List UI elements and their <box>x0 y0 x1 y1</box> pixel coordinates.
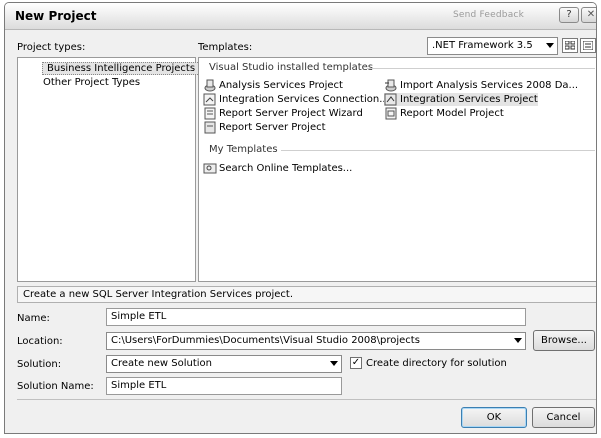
template-label: Integration Services Project <box>400 94 538 105</box>
template-analysis-services[interactable]: Analysis Services Project <box>203 79 343 92</box>
template-report-server[interactable]: Report Server Project <box>203 121 326 134</box>
name-label: Name: <box>17 313 50 324</box>
template-integration-connection[interactable]: Integration Services Connection... <box>203 93 389 106</box>
ok-button[interactable]: OK <box>461 407 527 428</box>
report-model-icon <box>385 107 397 120</box>
name-input[interactable]: Simple ETL <box>106 308 526 326</box>
import-analysis-icon <box>385 79 397 92</box>
close-button[interactable]: ✕ <box>581 7 596 23</box>
solution-name-label: Solution Name: <box>17 381 94 392</box>
template-label: Report Server Project Wizard <box>219 108 363 119</box>
solution-dropdown[interactable]: Create new Solution <box>106 355 342 373</box>
footer-divider <box>17 399 596 400</box>
dialog-title: New Project <box>15 9 97 23</box>
report-server-icon <box>204 121 216 134</box>
solution-name-input[interactable]: Simple ETL <box>106 377 342 395</box>
integration-connection-icon <box>203 93 216 106</box>
create-directory-checkbox[interactable]: ✓ <box>350 357 362 369</box>
project-types-label: Project types: <box>17 42 86 53</box>
solution-value: Create new Solution <box>111 358 212 369</box>
template-label: Report Server Project <box>219 122 326 133</box>
installed-templates-header: Visual Studio installed templates <box>209 62 374 73</box>
location-dropdown[interactable]: C:\Users\ForDummies\Documents\Visual Stu… <box>106 332 526 350</box>
project-type-other[interactable]: Other Project Types <box>18 76 140 89</box>
template-label: Analysis Services Project <box>219 80 343 91</box>
create-directory-label: Create directory for solution <box>366 358 507 369</box>
integration-services-icon <box>384 93 397 106</box>
project-type-business-intelligence[interactable]: Business Intelligence Projects <box>42 62 201 75</box>
location-label: Location: <box>17 336 63 347</box>
small-icons-view-button[interactable] <box>580 38 596 53</box>
templates-label: Templates: <box>198 42 253 53</box>
analysis-services-icon <box>204 79 216 92</box>
project-types-list: Business Intelligence Projects Other Pro… <box>17 57 201 282</box>
new-project-dialog: New Project Send Feedback ? ✕ Project ty… <box>4 2 597 434</box>
template-integration-services[interactable]: Integration Services Project <box>384 93 538 106</box>
report-wizard-icon <box>204 107 216 120</box>
template-import-analysis[interactable]: Import Analysis Services 2008 Da... <box>384 79 578 92</box>
large-icons-view-button[interactable] <box>562 38 578 53</box>
small-icons-icon <box>583 41 593 50</box>
framework-dropdown[interactable]: .NET Framework 3.5 <box>427 37 558 55</box>
template-label: Report Model Project <box>400 108 504 119</box>
template-search-online[interactable]: Search Online Templates... <box>203 162 352 175</box>
template-description: Create a new SQL Server Integration Serv… <box>17 286 596 303</box>
template-report-model[interactable]: Report Model Project <box>384 107 504 120</box>
template-label: Integration Services Connection... <box>219 94 389 105</box>
my-templates-header: My Templates <box>209 144 278 155</box>
group-divider <box>281 150 595 151</box>
framework-value: .NET Framework 3.5 <box>432 40 533 51</box>
template-report-wizard[interactable]: Report Server Project Wizard <box>203 107 363 120</box>
template-label: Search Online Templates... <box>219 163 353 174</box>
title-bar: New Project Send Feedback ? ✕ <box>5 3 596 30</box>
browse-button[interactable]: Browse... <box>533 330 595 351</box>
group-divider <box>367 68 595 69</box>
cancel-button[interactable]: Cancel <box>532 407 595 428</box>
templates-list: Visual Studio installed templates Analys… <box>198 57 596 282</box>
help-button[interactable]: ? <box>559 7 579 23</box>
chevron-down-icon <box>546 43 554 48</box>
location-value: C:\Users\ForDummies\Documents\Visual Stu… <box>111 335 420 346</box>
solution-label: Solution: <box>17 359 62 370</box>
large-icons-icon <box>565 41 575 50</box>
chevron-down-icon <box>514 338 522 343</box>
template-label: Import Analysis Services 2008 Da... <box>400 80 579 91</box>
chevron-down-icon <box>330 361 338 366</box>
send-feedback-link[interactable]: Send Feedback <box>453 10 524 20</box>
search-online-icon <box>203 163 217 174</box>
